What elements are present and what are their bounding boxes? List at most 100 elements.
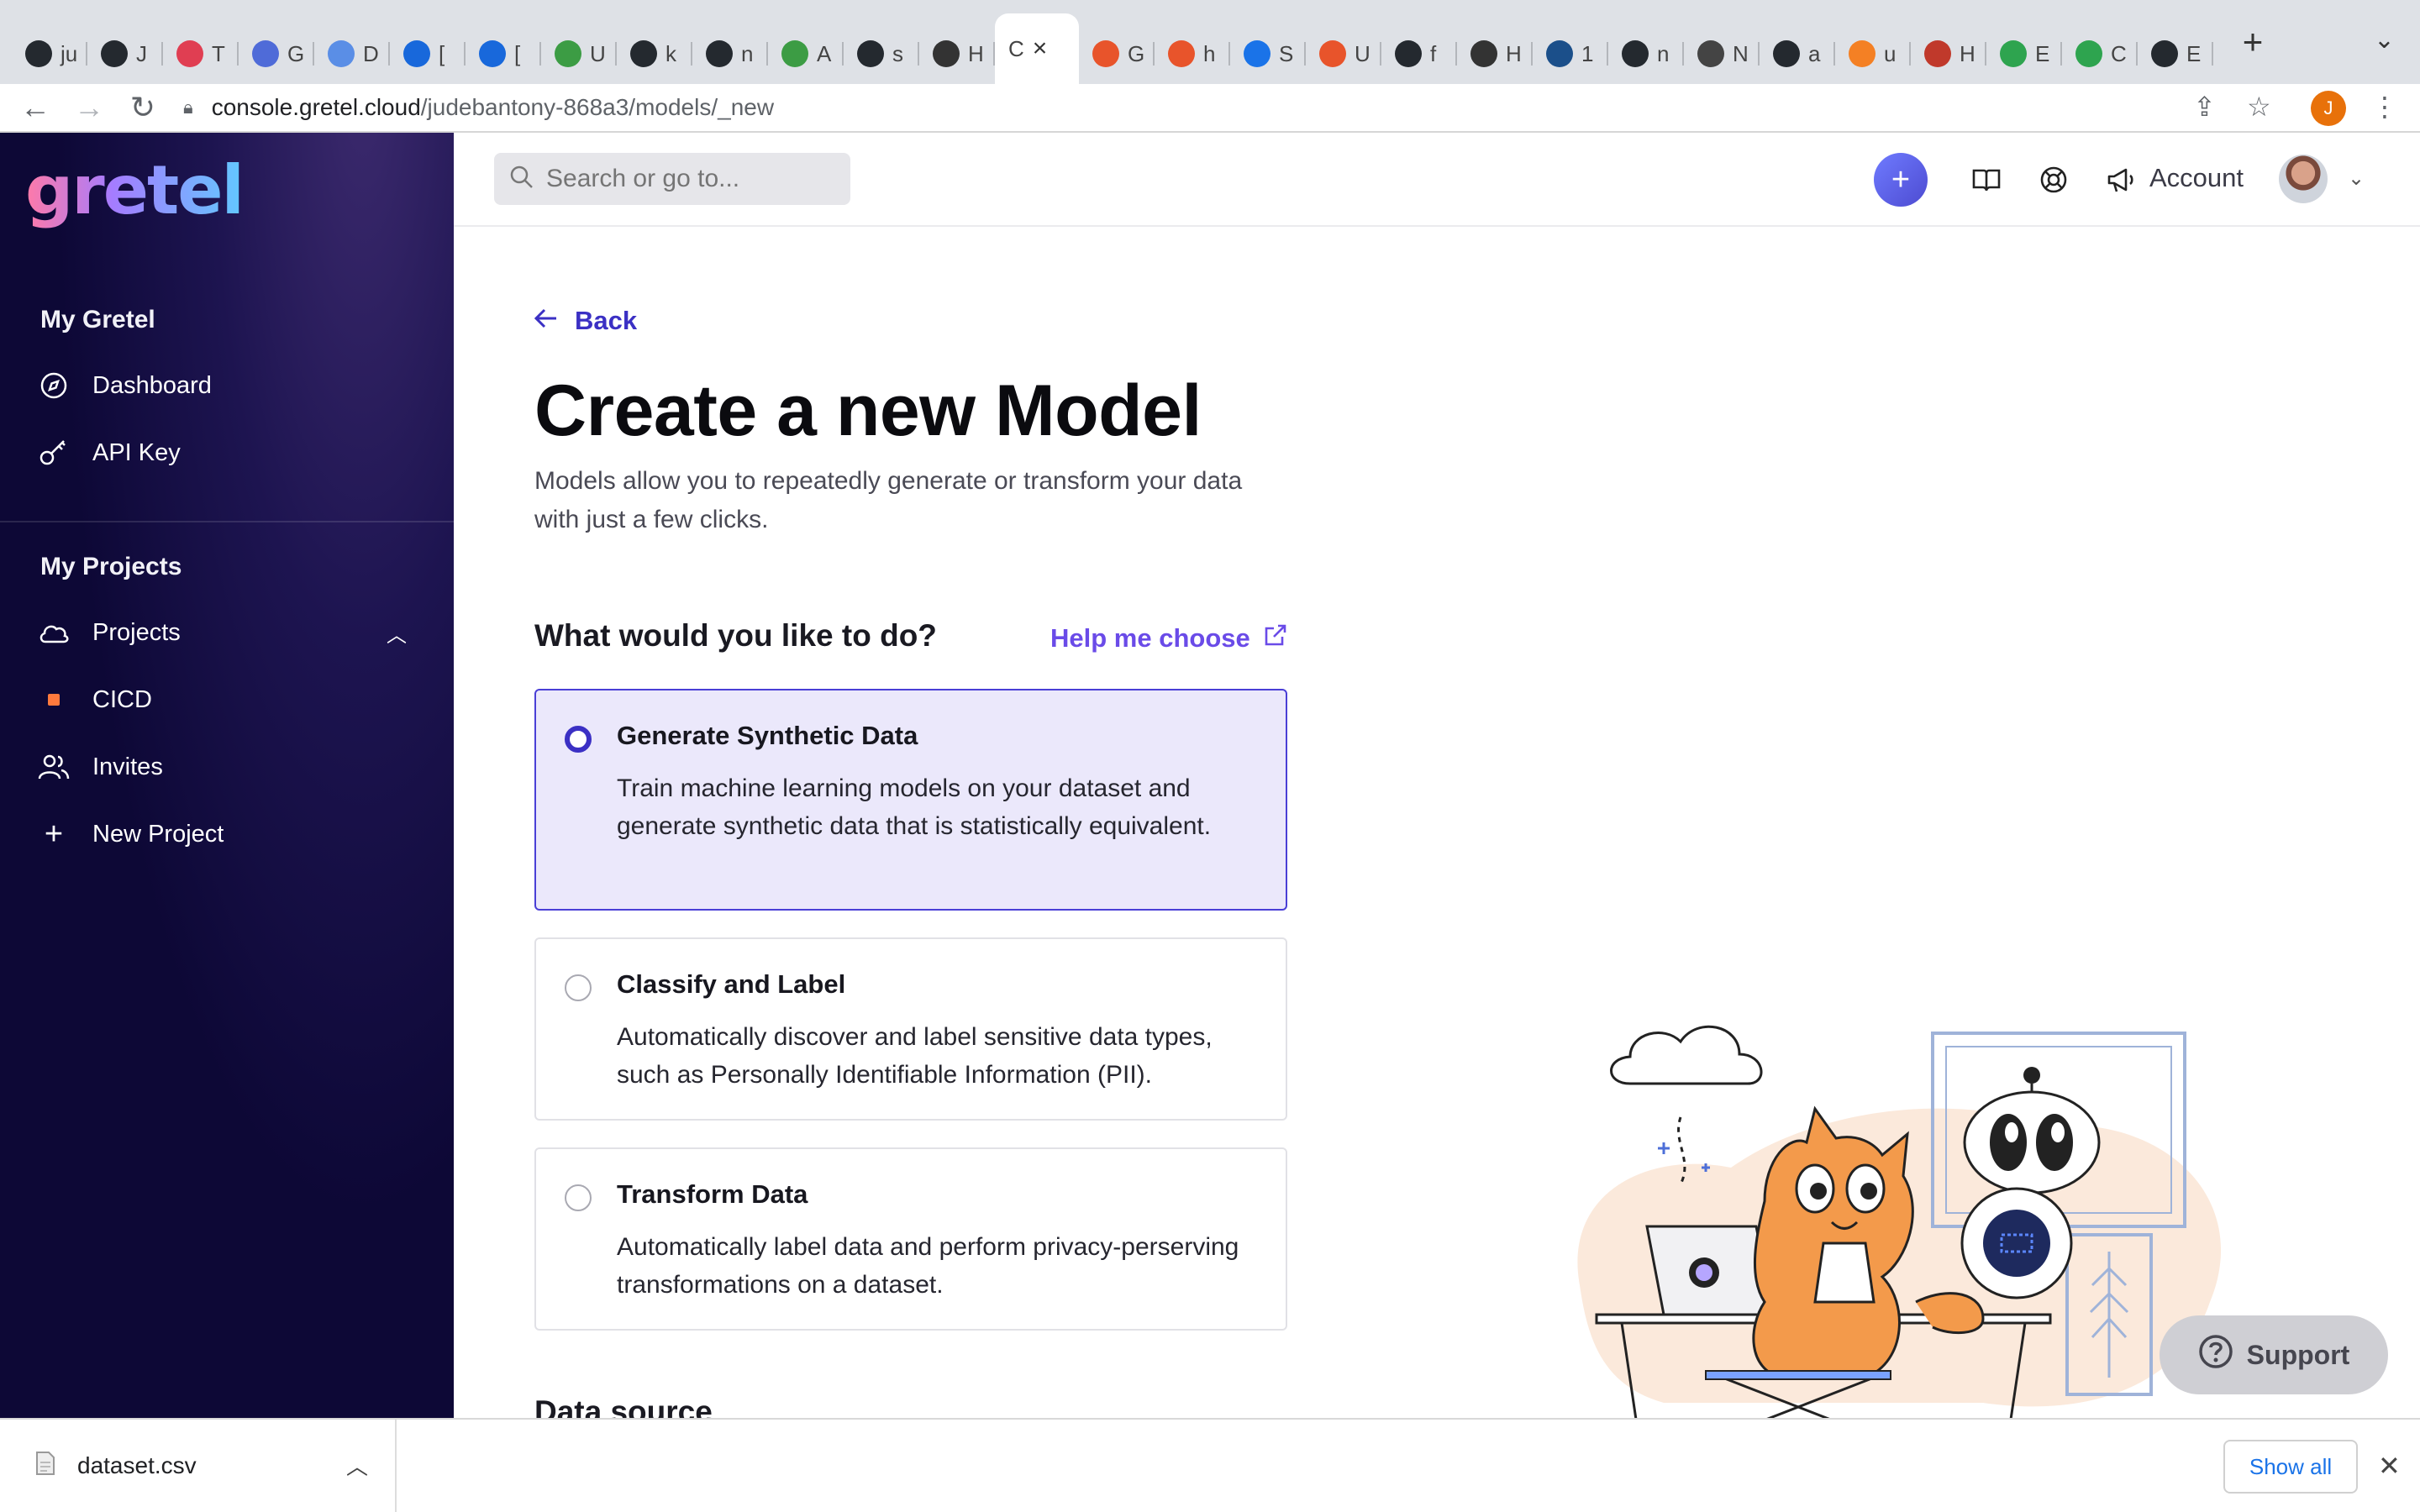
lock-icon[interactable]: 🔒︎ (183, 97, 193, 118)
radio-button-selected[interactable] (565, 726, 592, 753)
tab-title: a (1808, 40, 1821, 66)
browser-tab[interactable]: s (844, 24, 919, 84)
browser-tab[interactable]: E (2138, 24, 2213, 84)
browser-tab[interactable]: G (1079, 24, 1155, 84)
help-lifebuoy-icon[interactable] (2037, 163, 2070, 197)
browser-tab[interactable]: E (1986, 24, 2062, 84)
share-icon[interactable]: ⇪ (2193, 91, 2216, 123)
browser-menu-icon[interactable]: ⋮ (2371, 91, 2398, 123)
tab-close-icon[interactable]: × (1033, 34, 1048, 63)
chevron-down-icon[interactable]: ⌄ (2348, 166, 2365, 191)
browser-tab[interactable]: f (1381, 24, 1457, 84)
tab-title: S (1279, 40, 1294, 66)
tab-title: s (892, 40, 903, 66)
download-item[interactable]: dataset.csv (0, 1420, 397, 1512)
chevron-up-icon[interactable]: ︿ (346, 1450, 368, 1481)
browser-tab[interactable]: n (1608, 24, 1684, 84)
bookmark-star-icon[interactable]: ☆ (2247, 91, 2271, 123)
show-all-downloads-button[interactable]: Show all (2223, 1440, 2358, 1494)
option-title: Transform Data (617, 1179, 808, 1209)
browser-tab[interactable]: 1 (1533, 24, 1608, 84)
browser-tab[interactable]: a (1760, 24, 1835, 84)
browser-tab[interactable]: [ (390, 24, 466, 84)
browser-tab[interactable]: k (617, 24, 692, 84)
t-icon (176, 40, 203, 67)
browser-profile-avatar[interactable]: J (2311, 91, 2346, 126)
data-source-heading: Data source (534, 1394, 713, 1418)
address-bar[interactable]: 🔒︎ console.gretel.cloud/judebantony-868a… (183, 87, 2200, 128)
sidebar-item-label: New Project (92, 820, 224, 848)
back-link[interactable]: Back (534, 306, 637, 336)
section-question: What would you like to do? (534, 618, 937, 653)
browser-tab[interactable]: G (239, 24, 314, 84)
browser-tab[interactable]: C (2062, 24, 2138, 84)
option-generate-synthetic-data[interactable]: Generate Synthetic Data Train machine le… (534, 689, 1287, 911)
search-input[interactable] (546, 165, 849, 193)
browser-forward-icon[interactable]: → (62, 90, 116, 125)
create-plus-button[interactable]: + (1874, 153, 1928, 207)
browser-tab[interactable]: A (768, 24, 844, 84)
help-me-choose-link[interactable]: Help me choose (1050, 623, 1287, 654)
radio-button[interactable] (565, 1184, 592, 1211)
github-icon (1622, 40, 1649, 67)
browser-tab[interactable]: H (1911, 24, 1986, 84)
close-icon[interactable]: ✕ (2378, 1450, 2401, 1482)
support-button[interactable]: Support (2160, 1315, 2388, 1394)
github-icon (857, 40, 884, 67)
sidebar-item-invites[interactable]: Invites (37, 746, 424, 788)
browser-tab[interactable]: J (87, 24, 163, 84)
browser-tab[interactable]: ju (12, 24, 87, 84)
hex-icon (252, 40, 279, 67)
tab-title: U (590, 40, 606, 66)
browser-tab[interactable]: n (692, 24, 768, 84)
github-icon (630, 40, 657, 67)
browser-tab[interactable]: [ (466, 24, 541, 84)
search-icon (509, 165, 534, 194)
sidebar-item-dashboard[interactable]: Dashboard (37, 365, 424, 407)
back-label: Back (575, 306, 638, 335)
tab-title: ju (60, 40, 78, 66)
browser-tab[interactable]: H (919, 24, 995, 84)
tab-title: u (1884, 40, 1897, 66)
new-tab-button[interactable]: + (2232, 22, 2274, 62)
sidebar-item-new-project[interactable]: + New Project (37, 813, 424, 855)
chevron-up-icon[interactable]: ︿ (387, 618, 407, 648)
cloud-icon (37, 616, 71, 649)
sidebar-item-api-key[interactable]: API Key (37, 432, 424, 474)
docs-book-icon[interactable] (1970, 163, 2003, 197)
gear-icon (1470, 40, 1497, 67)
main-content: Back Create a new Model Models allow you… (454, 227, 2420, 1418)
megaphone-icon[interactable] (2104, 163, 2138, 197)
sidebar-item-projects[interactable]: Projects ︿ (37, 612, 424, 654)
account-menu-label[interactable]: Account (2149, 163, 2244, 193)
leaf-icon (2075, 40, 2102, 67)
browser-tab[interactable]: h (1155, 24, 1230, 84)
browser-tab[interactable]: N (1684, 24, 1760, 84)
users-icon (37, 750, 71, 784)
u-icon (1319, 40, 1346, 67)
tab-title: G (1128, 40, 1145, 66)
radio-button[interactable] (565, 974, 592, 1001)
search-box[interactable] (494, 153, 850, 205)
option-classify-and-label[interactable]: Classify and Label Automatically discove… (534, 937, 1287, 1121)
option-transform-data[interactable]: Transform Data Automatically label data … (534, 1147, 1287, 1331)
github-icon (2151, 40, 2178, 67)
sidebar-item-project-cicd[interactable]: CICD (37, 679, 424, 721)
browser-tab[interactable]: U (541, 24, 617, 84)
browser-tab[interactable]: D (314, 24, 390, 84)
browser-tab[interactable]: U (1306, 24, 1381, 84)
reload-icon[interactable]: ↻ (116, 90, 170, 125)
url-host: console.gretel.cloud (211, 94, 421, 120)
external-link-icon (1264, 623, 1287, 654)
gretel-logo[interactable]: gretel (25, 151, 245, 229)
browser-tab[interactable]: T (163, 24, 239, 84)
github-icon (706, 40, 733, 67)
browser-tab[interactable]: S (1230, 24, 1306, 84)
browser-tab[interactable]: u (1835, 24, 1911, 84)
browser-tab[interactable]: H (1457, 24, 1533, 84)
browser-tab-active[interactable]: C × (995, 13, 1079, 84)
tab-title: C (2111, 40, 2127, 66)
user-avatar[interactable] (2279, 155, 2328, 203)
tab-search-chevron-icon[interactable]: ⌄ (2374, 25, 2395, 55)
browser-back-icon[interactable]: ← (8, 90, 62, 125)
